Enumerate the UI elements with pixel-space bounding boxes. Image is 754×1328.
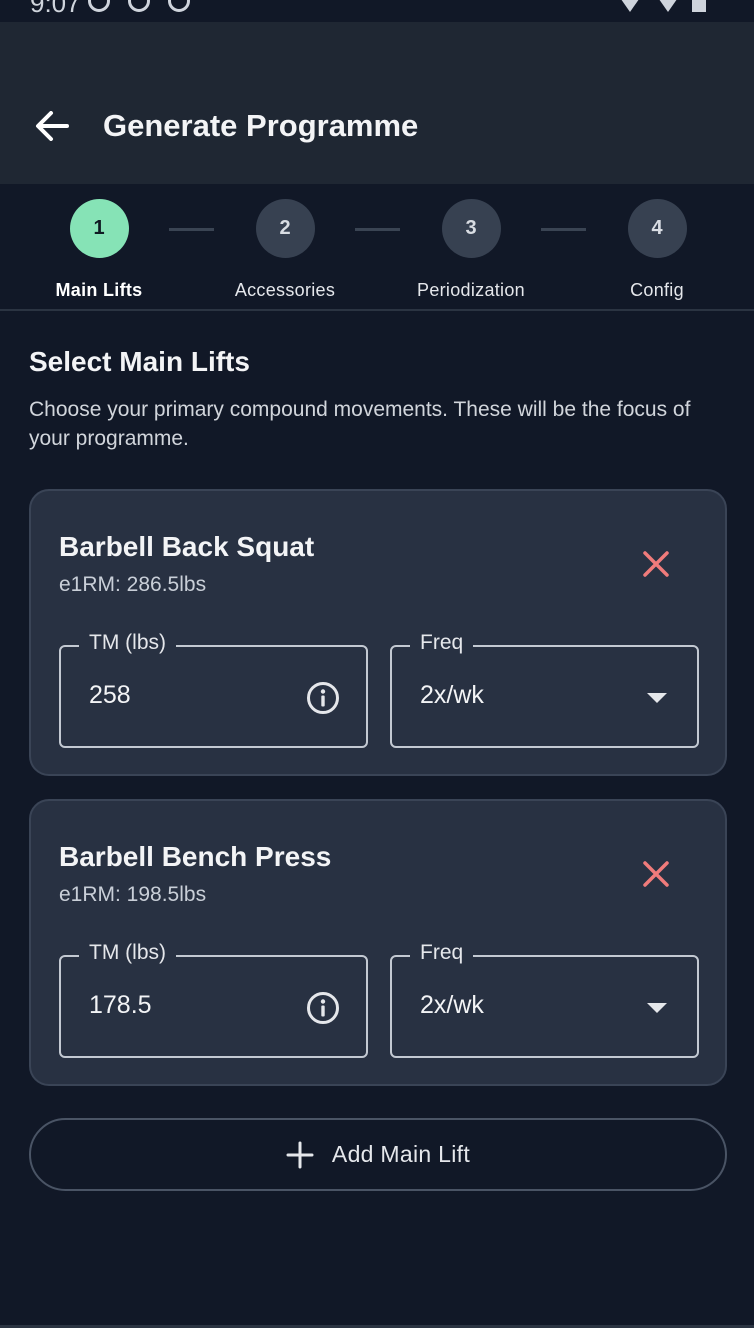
lift-card: Barbell Back Squat e1RM: 286.5lbs TM (lb…	[29, 489, 727, 776]
signal-icon	[654, 0, 682, 12]
arrow-left-icon	[36, 111, 69, 141]
wifi-icon	[616, 0, 644, 12]
step-config[interactable]: 4 Config	[577, 199, 737, 301]
lift-e1rm: e1RM: 286.5lbs	[59, 573, 207, 596]
tm-field-value: 258	[89, 681, 131, 709]
close-icon	[643, 551, 669, 577]
step-periodization[interactable]: 3 Periodization	[391, 199, 551, 301]
lift-name: Barbell Bench Press	[59, 841, 332, 872]
status-time: 9:07	[30, 0, 81, 18]
dnd-status-icon	[168, 0, 190, 12]
step-label: Config	[630, 280, 684, 300]
freq-select[interactable]: Freq 2x/wk	[390, 631, 699, 748]
section-title: Select Main Lifts	[29, 346, 250, 377]
lift-e1rm: e1RM: 198.5lbs	[59, 883, 207, 906]
step-main-lifts[interactable]: 1 Main Lifts	[19, 199, 179, 301]
step-circle: 1	[69, 199, 129, 258]
add-main-lift-label: Add Main Lift	[331, 1141, 471, 1167]
dropdown-arrow-icon	[647, 693, 667, 703]
tm-field-label: TM (lbs)	[79, 631, 176, 655]
status-icons-left	[88, 0, 190, 12]
step-label: Accessories	[234, 280, 336, 300]
step-circle: 3	[441, 199, 501, 258]
step-label: Periodization	[417, 280, 525, 300]
section-description: Choose your primary compound movements. …	[29, 398, 691, 450]
step-accessories[interactable]: 2 Accessories	[205, 199, 365, 301]
add-main-lift-button[interactable]: Add Main Lift	[29, 1118, 727, 1191]
status-icons-right	[616, 0, 706, 12]
remove-lift-button[interactable]	[629, 847, 683, 901]
stepper: 1 Main Lifts 2 Accessories 3 Periodizati…	[0, 184, 754, 311]
step-circle: 2	[255, 199, 315, 258]
step-circle: 4	[627, 199, 687, 258]
page-title: Generate Programme	[103, 108, 419, 143]
step-label: Main Lifts	[55, 280, 143, 300]
settings-status-icon	[88, 0, 110, 12]
battery-icon	[692, 0, 706, 12]
status-bar: 9:07	[0, 0, 754, 22]
tm-field-label: TM (lbs)	[79, 941, 176, 965]
app-bar: Generate Programme	[0, 22, 754, 184]
dropdown-arrow-icon	[647, 1003, 667, 1013]
info-icon[interactable]	[306, 991, 340, 1025]
close-icon	[643, 861, 669, 887]
alert-status-icon	[128, 0, 150, 12]
remove-lift-button[interactable]	[629, 537, 683, 591]
freq-select-label: Freq	[410, 631, 474, 655]
tm-field-value: 178.5	[89, 991, 152, 1019]
freq-select-value: 2x/wk	[420, 681, 484, 709]
freq-select[interactable]: Freq 2x/wk	[390, 941, 699, 1058]
plus-icon	[286, 1141, 314, 1168]
info-icon[interactable]	[306, 681, 340, 715]
lift-card: Barbell Bench Press e1RM: 198.5lbs TM (l…	[29, 799, 727, 1086]
tm-field[interactable]: TM (lbs) 178.5	[59, 941, 368, 1058]
freq-select-label: Freq	[410, 941, 474, 965]
back-button[interactable]	[24, 102, 80, 150]
freq-select-value: 2x/wk	[420, 991, 484, 1019]
lift-name: Barbell Back Squat	[59, 531, 315, 562]
tm-field[interactable]: TM (lbs) 258	[59, 631, 368, 748]
